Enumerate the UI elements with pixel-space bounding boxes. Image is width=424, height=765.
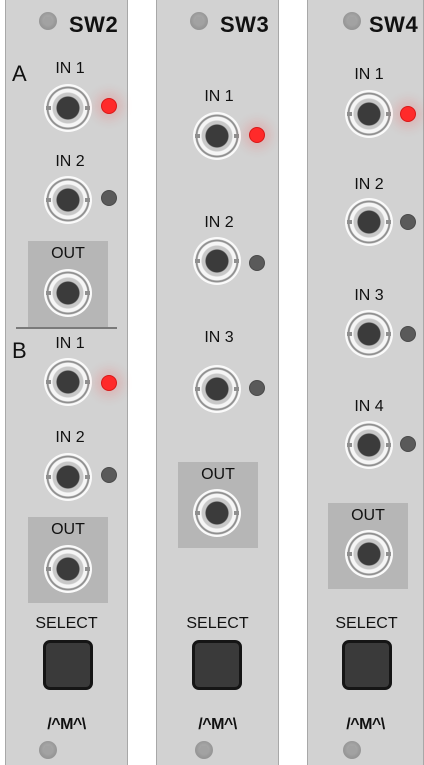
input-jack-2[interactable]: [193, 237, 241, 285]
input-label-a-2: IN 2: [55, 153, 85, 170]
select-button[interactable]: [192, 640, 242, 690]
input-led-a-2: [101, 190, 117, 206]
top-screw-icon: [190, 12, 208, 30]
module-sw3: SW3 IN 1 IN 2 IN 3 OUT SELECT /^M^\: [156, 0, 279, 765]
top-screw-icon: [39, 12, 57, 30]
input-label-4: IN 4: [354, 398, 384, 415]
input-label-3: IN 3: [204, 329, 234, 346]
section-label-b: B: [12, 338, 27, 363]
output-label: OUT: [351, 507, 385, 524]
input-jack-2[interactable]: [345, 198, 393, 246]
output-jack[interactable]: [345, 530, 393, 578]
module-sw2: SW2 A IN 1 IN 2 OUT B IN 1 IN 2 OUT SELE…: [5, 0, 128, 765]
module-title: SW2: [69, 12, 119, 37]
select-label: SELECT: [335, 615, 398, 632]
input-led-3: [400, 326, 416, 342]
input-label-2: IN 2: [204, 214, 234, 231]
section-divider: [16, 327, 117, 329]
bottom-screw-icon: [39, 741, 57, 759]
input-label-b-1: IN 1: [55, 335, 85, 352]
input-jack-4[interactable]: [345, 421, 393, 469]
input-jack-1[interactable]: [193, 112, 241, 160]
module-title: SW3: [220, 12, 270, 37]
input-label-a-1: IN 1: [55, 60, 85, 77]
output-jack-a[interactable]: [44, 269, 92, 317]
input-jack-3[interactable]: [193, 365, 241, 413]
module-title: SW4: [369, 12, 419, 37]
input-led-4: [400, 436, 416, 452]
input-led-1: [249, 127, 265, 143]
output-jack-b[interactable]: [44, 545, 92, 593]
input-led-a-1: [101, 98, 117, 114]
top-screw-icon: [343, 12, 361, 30]
input-led-2: [249, 255, 265, 271]
input-jack-b-2[interactable]: [44, 453, 92, 501]
input-label-b-2: IN 2: [55, 429, 85, 446]
input-led-3: [249, 380, 265, 396]
bottom-screw-icon: [343, 741, 361, 759]
input-jack-b-1[interactable]: [44, 358, 92, 406]
output-jack[interactable]: [193, 489, 241, 537]
brand-logo: /^M^\: [346, 716, 385, 733]
section-label-a: A: [12, 61, 27, 86]
input-label-1: IN 1: [204, 88, 234, 105]
select-label: SELECT: [186, 615, 249, 632]
input-label-1: IN 1: [354, 66, 384, 83]
input-label-3: IN 3: [354, 287, 384, 304]
brand-logo: /^M^\: [198, 716, 237, 733]
select-button[interactable]: [43, 640, 93, 690]
output-label-a: OUT: [51, 245, 85, 262]
select-label: SELECT: [35, 615, 98, 632]
input-led-2: [400, 214, 416, 230]
input-led-b-2: [101, 467, 117, 483]
input-jack-a-1[interactable]: [44, 84, 92, 132]
bottom-screw-icon: [195, 741, 213, 759]
output-label: OUT: [201, 466, 235, 483]
input-led-b-1: [101, 375, 117, 391]
brand-logo: /^M^\: [47, 716, 86, 733]
select-button[interactable]: [342, 640, 392, 690]
input-jack-3[interactable]: [345, 310, 393, 358]
module-sw4: SW4 IN 1 IN 2 IN 3 IN 4 OUT SELECT /^M^\: [307, 0, 424, 765]
input-led-1: [400, 106, 416, 122]
input-jack-1[interactable]: [345, 90, 393, 138]
input-label-2: IN 2: [354, 176, 384, 193]
input-jack-a-2[interactable]: [44, 176, 92, 224]
output-label-b: OUT: [51, 521, 85, 538]
